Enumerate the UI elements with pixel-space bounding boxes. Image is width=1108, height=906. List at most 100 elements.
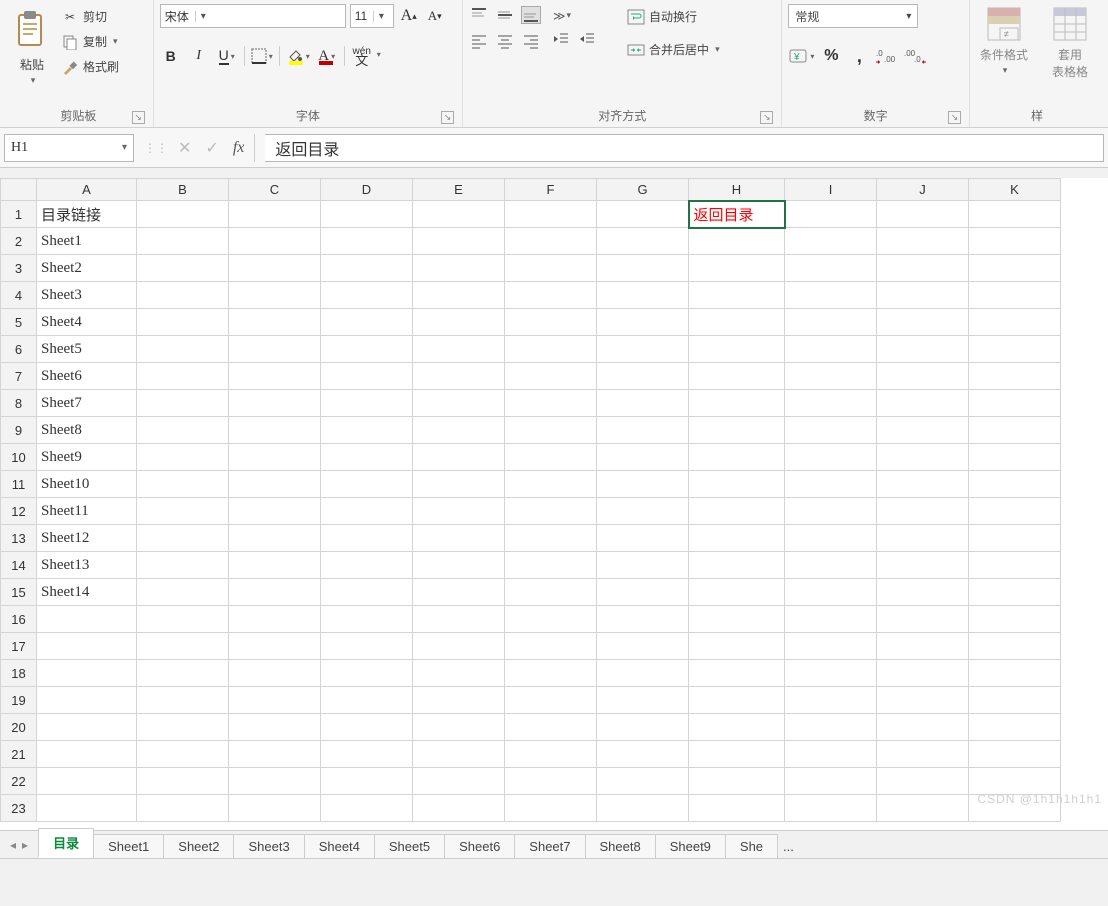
cell-H9[interactable] (689, 417, 785, 444)
conditional-formatting-button[interactable]: ≠ 条件格式 ▾ (976, 4, 1032, 76)
cell-K16[interactable] (969, 606, 1061, 633)
cell-I8[interactable] (785, 390, 877, 417)
cell-D9[interactable] (321, 417, 413, 444)
cell-C8[interactable] (229, 390, 321, 417)
increase-indent-button[interactable] (577, 30, 597, 48)
cell-G20[interactable] (597, 714, 689, 741)
decrease-decimal-button[interactable]: .00.0 (904, 44, 926, 68)
row-header-21[interactable]: 21 (1, 741, 37, 768)
cell-E3[interactable] (413, 255, 505, 282)
cell-J16[interactable] (877, 606, 969, 633)
cell-H19[interactable] (689, 687, 785, 714)
cell-F19[interactable] (505, 687, 597, 714)
cell-G9[interactable] (597, 417, 689, 444)
format-painter-button[interactable]: 格式刷 (58, 56, 122, 77)
cell-F3[interactable] (505, 255, 597, 282)
percent-button[interactable]: % (820, 44, 842, 68)
spreadsheet-grid[interactable]: ABCDEFGHIJK1目录链接返回目录2Sheet13Sheet24Sheet… (0, 178, 1108, 830)
cell-C2[interactable] (229, 228, 321, 255)
cell-H22[interactable] (689, 768, 785, 795)
cell-B2[interactable] (137, 228, 229, 255)
cell-G2[interactable] (597, 228, 689, 255)
column-header-F[interactable]: F (505, 179, 597, 201)
cell-I7[interactable] (785, 363, 877, 390)
pinyin-button[interactable]: wén文 ▾ (351, 44, 373, 68)
cell-B17[interactable] (137, 633, 229, 660)
cell-A5[interactable]: Sheet4 (37, 309, 137, 336)
cell-C22[interactable] (229, 768, 321, 795)
column-header-A[interactable]: A (37, 179, 137, 201)
cell-C9[interactable] (229, 417, 321, 444)
cell-G12[interactable] (597, 498, 689, 525)
cell-B12[interactable] (137, 498, 229, 525)
row-header-10[interactable]: 10 (1, 444, 37, 471)
cell-C16[interactable] (229, 606, 321, 633)
cell-C23[interactable] (229, 795, 321, 822)
sheet-tab-Sheet8[interactable]: Sheet8 (585, 834, 656, 858)
cell-B15[interactable] (137, 579, 229, 606)
cell-D6[interactable] (321, 336, 413, 363)
cell-A7[interactable]: Sheet6 (37, 363, 137, 390)
fx-icon[interactable]: fx (233, 139, 245, 157)
cell-K12[interactable] (969, 498, 1061, 525)
cell-D4[interactable] (321, 282, 413, 309)
cell-H10[interactable] (689, 444, 785, 471)
cell-E23[interactable] (413, 795, 505, 822)
cell-F23[interactable] (505, 795, 597, 822)
cell-B10[interactable] (137, 444, 229, 471)
cell-K18[interactable] (969, 660, 1061, 687)
dialog-launcher-icon[interactable]: ↘ (760, 111, 773, 124)
cell-C14[interactable] (229, 552, 321, 579)
cell-E11[interactable] (413, 471, 505, 498)
decrease-font-button[interactable]: A▾ (424, 4, 446, 28)
cell-H8[interactable] (689, 390, 785, 417)
cell-D1[interactable] (321, 201, 413, 228)
cell-I9[interactable] (785, 417, 877, 444)
row-header-2[interactable]: 2 (1, 228, 37, 255)
row-header-19[interactable]: 19 (1, 687, 37, 714)
column-header-K[interactable]: K (969, 179, 1061, 201)
cell-B16[interactable] (137, 606, 229, 633)
sheet-tab-Sheet4[interactable]: Sheet4 (304, 834, 375, 858)
cell-B21[interactable] (137, 741, 229, 768)
cell-C4[interactable] (229, 282, 321, 309)
row-header-23[interactable]: 23 (1, 795, 37, 822)
italic-button[interactable]: I (188, 44, 210, 68)
cell-A22[interactable] (37, 768, 137, 795)
cell-J10[interactable] (877, 444, 969, 471)
cell-B19[interactable] (137, 687, 229, 714)
format-as-table-button[interactable]: 套用 表格格 (1042, 4, 1098, 80)
cell-G14[interactable] (597, 552, 689, 579)
cell-I14[interactable] (785, 552, 877, 579)
sheet-tab-Sheet3[interactable]: Sheet3 (233, 834, 304, 858)
cell-C5[interactable] (229, 309, 321, 336)
wrap-text-button[interactable]: 自动换行 (624, 6, 723, 27)
cell-G11[interactable] (597, 471, 689, 498)
cell-C21[interactable] (229, 741, 321, 768)
column-header-E[interactable]: E (413, 179, 505, 201)
cell-K11[interactable] (969, 471, 1061, 498)
cell-D8[interactable] (321, 390, 413, 417)
cell-H1[interactable]: 返回目录 (689, 201, 785, 228)
cell-G6[interactable] (597, 336, 689, 363)
cell-I11[interactable] (785, 471, 877, 498)
cell-C12[interactable] (229, 498, 321, 525)
column-header-B[interactable]: B (137, 179, 229, 201)
cell-F14[interactable] (505, 552, 597, 579)
cell-K8[interactable] (969, 390, 1061, 417)
dialog-launcher-icon[interactable]: ↘ (948, 111, 961, 124)
cell-A12[interactable]: Sheet11 (37, 498, 137, 525)
cell-I22[interactable] (785, 768, 877, 795)
cell-H7[interactable] (689, 363, 785, 390)
sheet-tab-She[interactable]: She (725, 834, 778, 858)
currency-button[interactable]: ¥ ▾ (788, 44, 814, 68)
cell-D17[interactable] (321, 633, 413, 660)
cell-A19[interactable] (37, 687, 137, 714)
cell-E19[interactable] (413, 687, 505, 714)
cell-E16[interactable] (413, 606, 505, 633)
cell-A21[interactable] (37, 741, 137, 768)
row-header-11[interactable]: 11 (1, 471, 37, 498)
cell-J22[interactable] (877, 768, 969, 795)
cell-B4[interactable] (137, 282, 229, 309)
cell-K1[interactable] (969, 201, 1061, 228)
